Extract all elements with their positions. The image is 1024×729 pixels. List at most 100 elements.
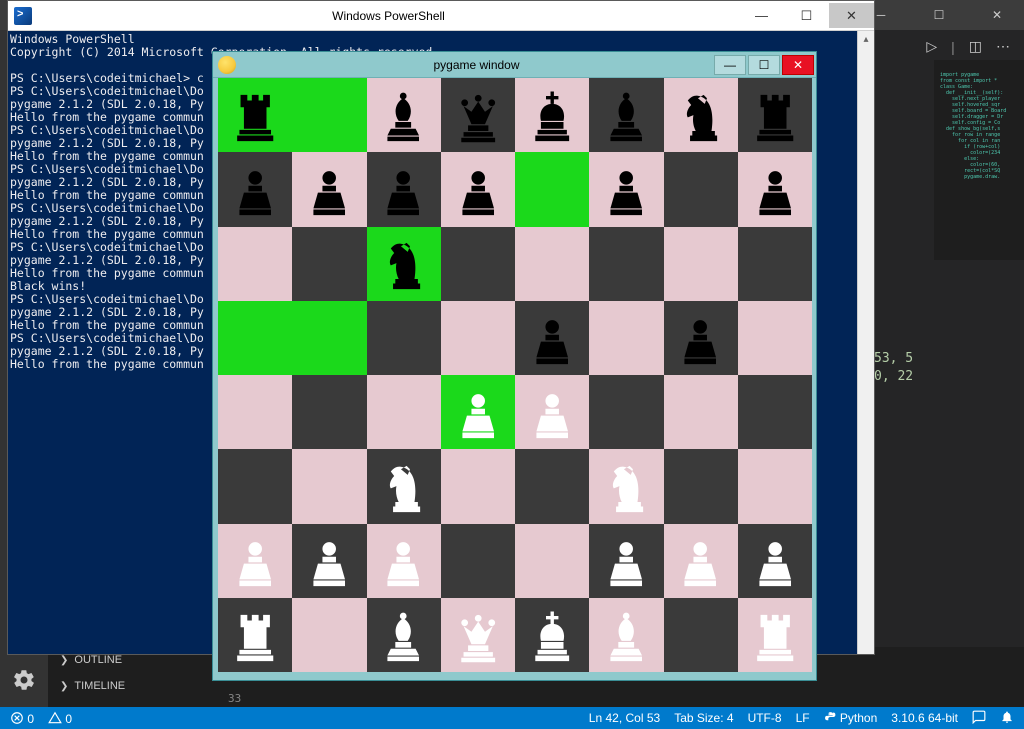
square-e2[interactable] bbox=[515, 524, 589, 598]
square-d3[interactable] bbox=[441, 449, 515, 523]
square-h1[interactable] bbox=[738, 598, 812, 672]
square-d1[interactable] bbox=[441, 598, 515, 672]
piece-bq[interactable] bbox=[441, 78, 515, 152]
square-h6[interactable] bbox=[738, 227, 812, 301]
square-f7[interactable] bbox=[589, 152, 663, 226]
square-f6[interactable] bbox=[589, 227, 663, 301]
piece-br[interactable] bbox=[738, 78, 812, 152]
more-actions-icon[interactable]: ⋯ bbox=[996, 38, 1010, 55]
square-b4[interactable] bbox=[292, 375, 366, 449]
piece-wr[interactable] bbox=[738, 598, 812, 672]
square-d4[interactable] bbox=[441, 375, 515, 449]
square-h5[interactable] bbox=[738, 301, 812, 375]
square-g4[interactable] bbox=[664, 375, 738, 449]
feedback-icon[interactable] bbox=[972, 710, 986, 727]
square-g5[interactable] bbox=[664, 301, 738, 375]
square-a2[interactable] bbox=[218, 524, 292, 598]
powershell-titlebar[interactable]: Windows PowerShell — ☐ ✕ bbox=[8, 1, 874, 31]
status-warnings[interactable]: 0 bbox=[48, 711, 72, 726]
square-b5[interactable] bbox=[292, 301, 366, 375]
piece-bb[interactable] bbox=[367, 78, 441, 152]
square-d7[interactable] bbox=[441, 152, 515, 226]
square-c5[interactable] bbox=[367, 301, 441, 375]
piece-wn[interactable] bbox=[367, 449, 441, 523]
square-a7[interactable] bbox=[218, 152, 292, 226]
square-e6[interactable] bbox=[515, 227, 589, 301]
piece-bp[interactable] bbox=[218, 152, 292, 226]
piece-bn[interactable] bbox=[367, 227, 441, 301]
chess-board[interactable] bbox=[218, 78, 812, 672]
square-h3[interactable] bbox=[738, 449, 812, 523]
status-interpreter[interactable]: 3.10.6 64-bit bbox=[891, 711, 958, 725]
square-g2[interactable] bbox=[664, 524, 738, 598]
square-c7[interactable] bbox=[367, 152, 441, 226]
piece-wp[interactable] bbox=[664, 524, 738, 598]
pg-minimize-button[interactable]: — bbox=[714, 55, 746, 75]
square-e1[interactable] bbox=[515, 598, 589, 672]
square-f1[interactable] bbox=[589, 598, 663, 672]
square-c1[interactable] bbox=[367, 598, 441, 672]
square-a5[interactable] bbox=[218, 301, 292, 375]
piece-wp[interactable] bbox=[367, 524, 441, 598]
piece-wp[interactable] bbox=[441, 375, 515, 449]
square-h4[interactable] bbox=[738, 375, 812, 449]
ps-maximize-button[interactable]: ☐ bbox=[784, 3, 829, 28]
square-b7[interactable] bbox=[292, 152, 366, 226]
piece-wp[interactable] bbox=[589, 524, 663, 598]
piece-bn[interactable] bbox=[664, 78, 738, 152]
ps-close-button[interactable]: ✕ bbox=[829, 3, 874, 28]
editor-minimap[interactable]: import pygame from const import * class … bbox=[934, 60, 1024, 260]
square-f2[interactable] bbox=[589, 524, 663, 598]
square-d8[interactable] bbox=[441, 78, 515, 152]
status-language[interactable]: Python bbox=[824, 711, 878, 725]
pg-maximize-button[interactable]: ☐ bbox=[748, 55, 780, 75]
square-h8[interactable] bbox=[738, 78, 812, 152]
status-position[interactable]: Ln 42, Col 53 bbox=[589, 711, 660, 725]
piece-wr[interactable] bbox=[218, 598, 292, 672]
square-b1[interactable] bbox=[292, 598, 366, 672]
run-icon[interactable]: ▷ bbox=[926, 38, 937, 55]
piece-br[interactable] bbox=[218, 78, 292, 152]
piece-wb[interactable] bbox=[589, 598, 663, 672]
square-a6[interactable] bbox=[218, 227, 292, 301]
square-a3[interactable] bbox=[218, 449, 292, 523]
piece-bp[interactable] bbox=[589, 152, 663, 226]
piece-wn[interactable] bbox=[589, 449, 663, 523]
bell-icon[interactable] bbox=[1000, 710, 1014, 727]
piece-bp[interactable] bbox=[367, 152, 441, 226]
square-a1[interactable] bbox=[218, 598, 292, 672]
square-c8[interactable] bbox=[367, 78, 441, 152]
square-e8[interactable] bbox=[515, 78, 589, 152]
square-f8[interactable] bbox=[589, 78, 663, 152]
piece-wk[interactable] bbox=[515, 598, 589, 672]
status-tabsize[interactable]: Tab Size: 4 bbox=[674, 711, 733, 725]
square-b3[interactable] bbox=[292, 449, 366, 523]
piece-bb[interactable] bbox=[589, 78, 663, 152]
piece-bp[interactable] bbox=[738, 152, 812, 226]
square-c2[interactable] bbox=[367, 524, 441, 598]
square-b6[interactable] bbox=[292, 227, 366, 301]
piece-bp[interactable] bbox=[441, 152, 515, 226]
square-g8[interactable] bbox=[664, 78, 738, 152]
square-e5[interactable] bbox=[515, 301, 589, 375]
square-b2[interactable] bbox=[292, 524, 366, 598]
settings-gear-icon[interactable] bbox=[12, 668, 36, 697]
split-editor-icon[interactable]: ◫ bbox=[969, 38, 982, 55]
piece-bp[interactable] bbox=[664, 301, 738, 375]
piece-bk[interactable] bbox=[515, 78, 589, 152]
piece-wp[interactable] bbox=[515, 375, 589, 449]
square-g6[interactable] bbox=[664, 227, 738, 301]
ps-minimize-button[interactable]: — bbox=[739, 3, 784, 28]
square-d5[interactable] bbox=[441, 301, 515, 375]
piece-bp[interactable] bbox=[292, 152, 366, 226]
square-c4[interactable] bbox=[367, 375, 441, 449]
square-c6[interactable] bbox=[367, 227, 441, 301]
square-c3[interactable] bbox=[367, 449, 441, 523]
square-f3[interactable] bbox=[589, 449, 663, 523]
pygame-titlebar[interactable]: pygame window — ☐ ✕ bbox=[213, 52, 816, 78]
square-f5[interactable] bbox=[589, 301, 663, 375]
status-errors[interactable]: 0 bbox=[10, 711, 34, 726]
square-d2[interactable] bbox=[441, 524, 515, 598]
square-b8[interactable] bbox=[292, 78, 366, 152]
square-h7[interactable] bbox=[738, 152, 812, 226]
